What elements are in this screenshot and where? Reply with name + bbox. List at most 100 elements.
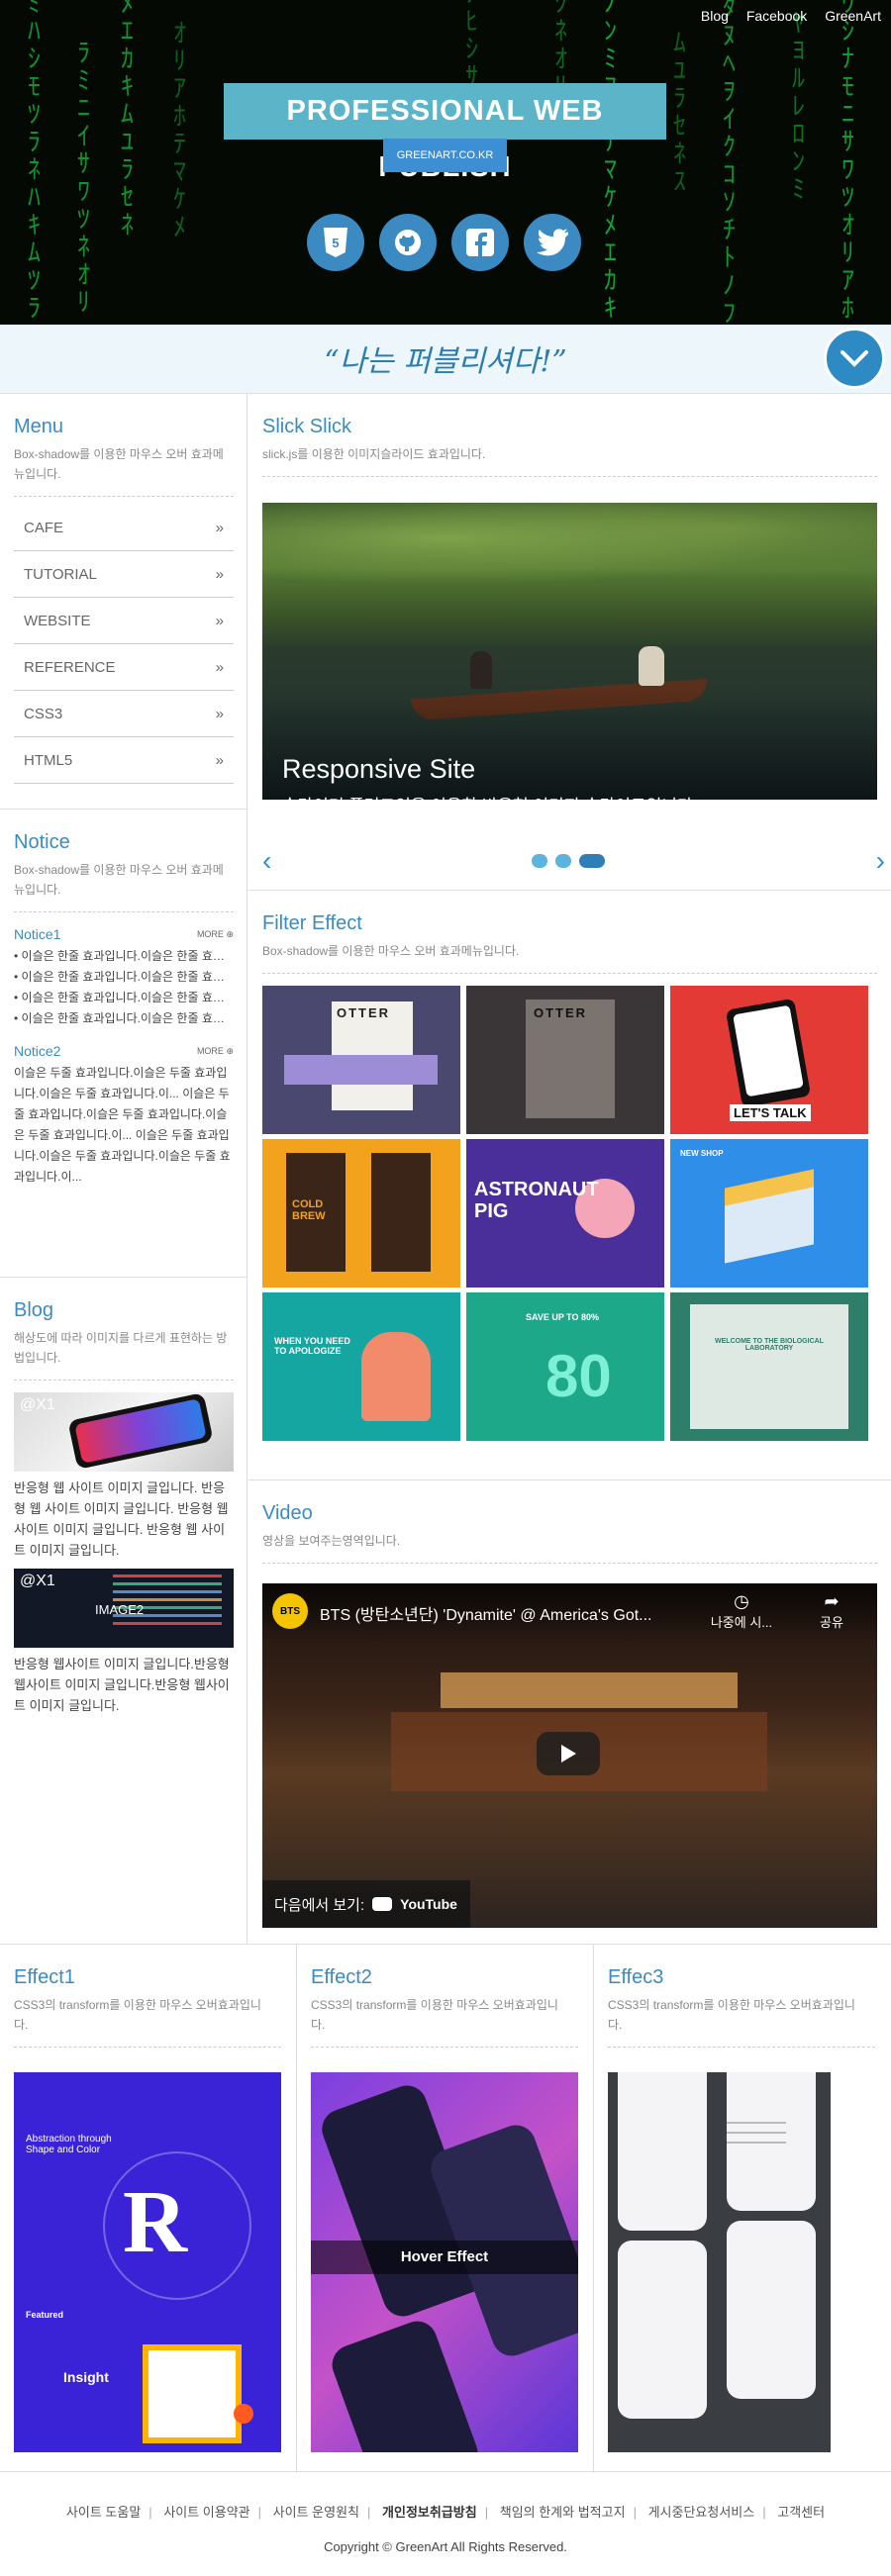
list-item[interactable]: • 이슬은 한줄 효과입니다.이슬은 한줄 효과입니다. xyxy=(14,967,234,988)
double-chevron-icon: » xyxy=(215,565,224,583)
menu-item-label: CAFE xyxy=(24,519,64,536)
menu-item-label: REFERENCE xyxy=(24,658,116,676)
youtube-label: YouTube xyxy=(400,1896,457,1912)
filter-title: Filter Effect xyxy=(262,912,362,934)
video-player[interactable]: BTS BTS (방탄소년단) 'Dynamite' @ America's G… xyxy=(262,1583,877,1928)
menu-item-tutorial[interactable]: TUTORIAL » xyxy=(14,551,234,598)
footer-link-help[interactable]: 사이트 도움말 xyxy=(66,2505,141,2520)
notice2-more-link[interactable]: MORE ⊕ xyxy=(197,1046,234,1057)
blog-image-2-caption: IMAGE2 xyxy=(95,1602,145,1617)
more-label: MORE xyxy=(196,1045,224,1056)
footer-link-privacy[interactable]: 개인정보취급방침 xyxy=(382,2505,477,2520)
watch-on-label: 다음에서 보기: xyxy=(274,1896,365,1914)
video-desc: 영상을 보여주는영역입니다. xyxy=(262,1534,401,1548)
filter-thumb[interactable]: COLD BREW xyxy=(262,1139,460,1288)
filter-section: Filter Effect Box-shadow를 이용한 마우스 오버 효과메… xyxy=(248,891,891,1480)
html5-icon[interactable]: 5 xyxy=(307,214,364,271)
twitter-icon[interactable] xyxy=(524,214,581,271)
share-label: 공유 xyxy=(820,1615,843,1630)
slide-dot[interactable] xyxy=(532,854,547,868)
double-chevron-icon: » xyxy=(215,519,224,536)
filter-thumb[interactable]: WHEN YOU NEED TO APOLOGIZE xyxy=(262,1292,460,1441)
blog-desc: 해상도에 따라 이미지를 다르게 표현하는 방법입니다. xyxy=(14,1331,228,1365)
effect3-column: Effec3 CSS3의 transform를 이용한 마우스 오버효과입니다. xyxy=(594,1945,891,2473)
slide-next-arrow[interactable]: › xyxy=(876,847,885,875)
slogan-text: “나는 퍼블리셔다!” xyxy=(324,344,567,379)
filter-thumb[interactable]: LET'S TALK xyxy=(670,986,868,1134)
slick-title: Slick Slick xyxy=(262,416,352,437)
list-item[interactable]: • 이슬은 한줄 효과입니다.이슬은 한줄 효과입니다. xyxy=(14,1008,234,1029)
effects-section: Effect1 CSS3의 transform를 이용한 마우스 오버효과입니다… xyxy=(0,1944,891,2473)
slide-dot[interactable] xyxy=(555,854,571,868)
notice1-more-link[interactable]: MORE ⊕ xyxy=(197,929,234,940)
play-button[interactable] xyxy=(537,1732,600,1775)
top-link-blog[interactable]: Blog xyxy=(701,8,729,24)
footer-link-support[interactable]: 고객센터 xyxy=(777,2505,825,2520)
channel-avatar[interactable]: BTS xyxy=(272,1593,308,1629)
facebook-icon[interactable] xyxy=(451,214,509,271)
footer-link-takedown[interactable]: 게시중단요청서비스 xyxy=(648,2505,755,2520)
footer: 사이트 도움말 | 사이트 이용약관 | 사이트 운영원칙 | 개인정보취급방침 | 책… xyxy=(0,2472,891,2576)
menu-item-cafe[interactable]: CAFE » xyxy=(14,505,234,551)
share-button[interactable]: ➦ 공유 xyxy=(807,1591,856,1631)
slide-text: 슬라이더 플러그인을 이용한 반응형 이미지 슬라이드입니다. xyxy=(282,792,697,800)
play-icon xyxy=(561,1745,576,1763)
blog-title: Blog xyxy=(14,1299,54,1321)
double-chevron-icon: » xyxy=(215,751,224,769)
filter-thumb[interactable]: NEW SHOP xyxy=(670,1139,868,1288)
effect1-image[interactable]: R Abstraction through Shape and Color Fe… xyxy=(14,2072,281,2452)
watch-later-button[interactable]: ◷ 나중에 시... xyxy=(706,1591,777,1631)
menu-item-label: HTML5 xyxy=(24,751,73,769)
slide-image[interactable]: Responsive Site 슬라이더 플러그인을 이용한 반응형 이미지 슬… xyxy=(262,503,877,800)
watch-later-label: 나중에 시... xyxy=(710,1615,773,1630)
notice2-header: Notice2 MORE ⊕ xyxy=(14,1041,234,1061)
notice2-title: Notice2 xyxy=(14,1043,61,1059)
plus-circle-icon: ⊕ xyxy=(226,1045,234,1056)
video-title: Video xyxy=(262,1502,313,1524)
footer-link-terms[interactable]: 사이트 이용약관 xyxy=(163,2505,249,2520)
site-link-button[interactable]: GREENART.CO.KR xyxy=(383,139,507,172)
github-icon[interactable] xyxy=(379,214,437,271)
notice-section: Notice Box-shadow를 이용한 마우스 오버 효과메뉴입니다. N… xyxy=(0,810,248,1278)
filter-desc: Box-shadow를 이용한 마우스 오버 효과메뉴입니다. xyxy=(262,944,520,958)
menu-item-reference[interactable]: REFERENCE » xyxy=(14,644,234,691)
filter-thumb[interactable]: 80 SAVE UP TO 80% xyxy=(466,1292,664,1441)
watch-on-youtube-button[interactable]: 다음에서 보기: YouTube xyxy=(262,1880,470,1928)
top-link-greenart[interactable]: GreenArt xyxy=(825,8,881,24)
menu-section: Menu Box-shadow를 이용한 마우스 오버 효과메뉴입니다. CAF… xyxy=(0,394,248,810)
blog-image-2[interactable]: @X1 IMAGE2 xyxy=(14,1569,234,1648)
effect2-image[interactable]: Hover Effect xyxy=(311,2072,578,2452)
header-banner: ﾐ ﾊ ｼ ﾓ ﾂ ﾗ ﾈ ﾊ ｷ ﾑ ﾂ ﾗ ﾗ ﾐ ﾆ ｲ ｻ ﾜ ﾂ ﾈ … xyxy=(0,0,891,325)
menu-item-label: CSS3 xyxy=(24,705,63,722)
filter-thumb[interactable]: ASTRONAUT PIG xyxy=(466,1139,664,1288)
footer-link-policy[interactable]: 사이트 운영원칙 xyxy=(273,2505,359,2520)
menu-item-css3[interactable]: CSS3 » xyxy=(14,691,234,737)
notice2-text[interactable]: 이슬은 두줄 효과입니다.이슬은 두줄 효과입니다.이슬은 두줄 효과입니다.이… xyxy=(14,1063,234,1188)
scroll-down-button[interactable] xyxy=(824,328,885,389)
menu-title: Menu xyxy=(14,416,64,437)
menu-item-website[interactable]: WEBSITE » xyxy=(14,598,234,644)
list-item[interactable]: • 이슬은 한줄 효과입니다.이슬은 한줄 효과입니다. xyxy=(14,988,234,1008)
effect1-title: Effect1 xyxy=(14,1966,75,1988)
copyright: Copyright © GreenArt All Rights Reserved… xyxy=(324,2539,567,2554)
menu-desc: Box-shadow를 이용한 마우스 오버 효과메뉴입니다. xyxy=(14,447,224,481)
video-title-text[interactable]: BTS (방탄소년단) 'Dynamite' @ America's Got..… xyxy=(320,1601,706,1625)
slide-prev-arrow[interactable]: ‹ xyxy=(262,847,271,875)
footer-link-legal[interactable]: 책임의 한계와 법적고지 xyxy=(500,2505,626,2520)
effect3-image[interactable] xyxy=(608,2072,831,2452)
top-link-facebook[interactable]: Facebook xyxy=(746,8,807,24)
notice-title: Notice xyxy=(14,831,70,853)
blog-image-1[interactable]: @X1 xyxy=(14,1392,234,1472)
filter-thumb[interactable]: WELCOME TO THE BIOLOGICAL LABORATORY xyxy=(670,1292,868,1441)
filter-thumb[interactable]: OTTER xyxy=(466,986,664,1134)
blog-text-1: 반응형 웹 사이트 이미지 글입니다. 반응형 웹 사이트 이미지 글입니다. … xyxy=(14,1480,229,1558)
video-section: Video 영상을 보여주는영역입니다. BTS BTS (방탄소년단) 'Dy… xyxy=(248,1480,891,1944)
slide-dot-active[interactable] xyxy=(579,854,605,868)
list-item[interactable]: • 이슬은 한줄 효과입니다.이슬은 한줄 효과입니다. xyxy=(14,946,234,967)
filter-thumb[interactable]: OTTER xyxy=(262,986,460,1134)
footer-links: 사이트 도움말 | 사이트 이용약관 | 사이트 운영원칙 | 개인정보취급방침 | 책… xyxy=(65,2505,826,2520)
blog-image-2-label: @X1 xyxy=(20,1573,55,1589)
effect2-column: Effect2 CSS3의 transform를 이용한 마우스 오버효과입니다… xyxy=(297,1945,594,2473)
menu-item-html5[interactable]: HTML5 » xyxy=(14,737,234,784)
hover-effect-label: Hover Effect xyxy=(311,2241,578,2274)
